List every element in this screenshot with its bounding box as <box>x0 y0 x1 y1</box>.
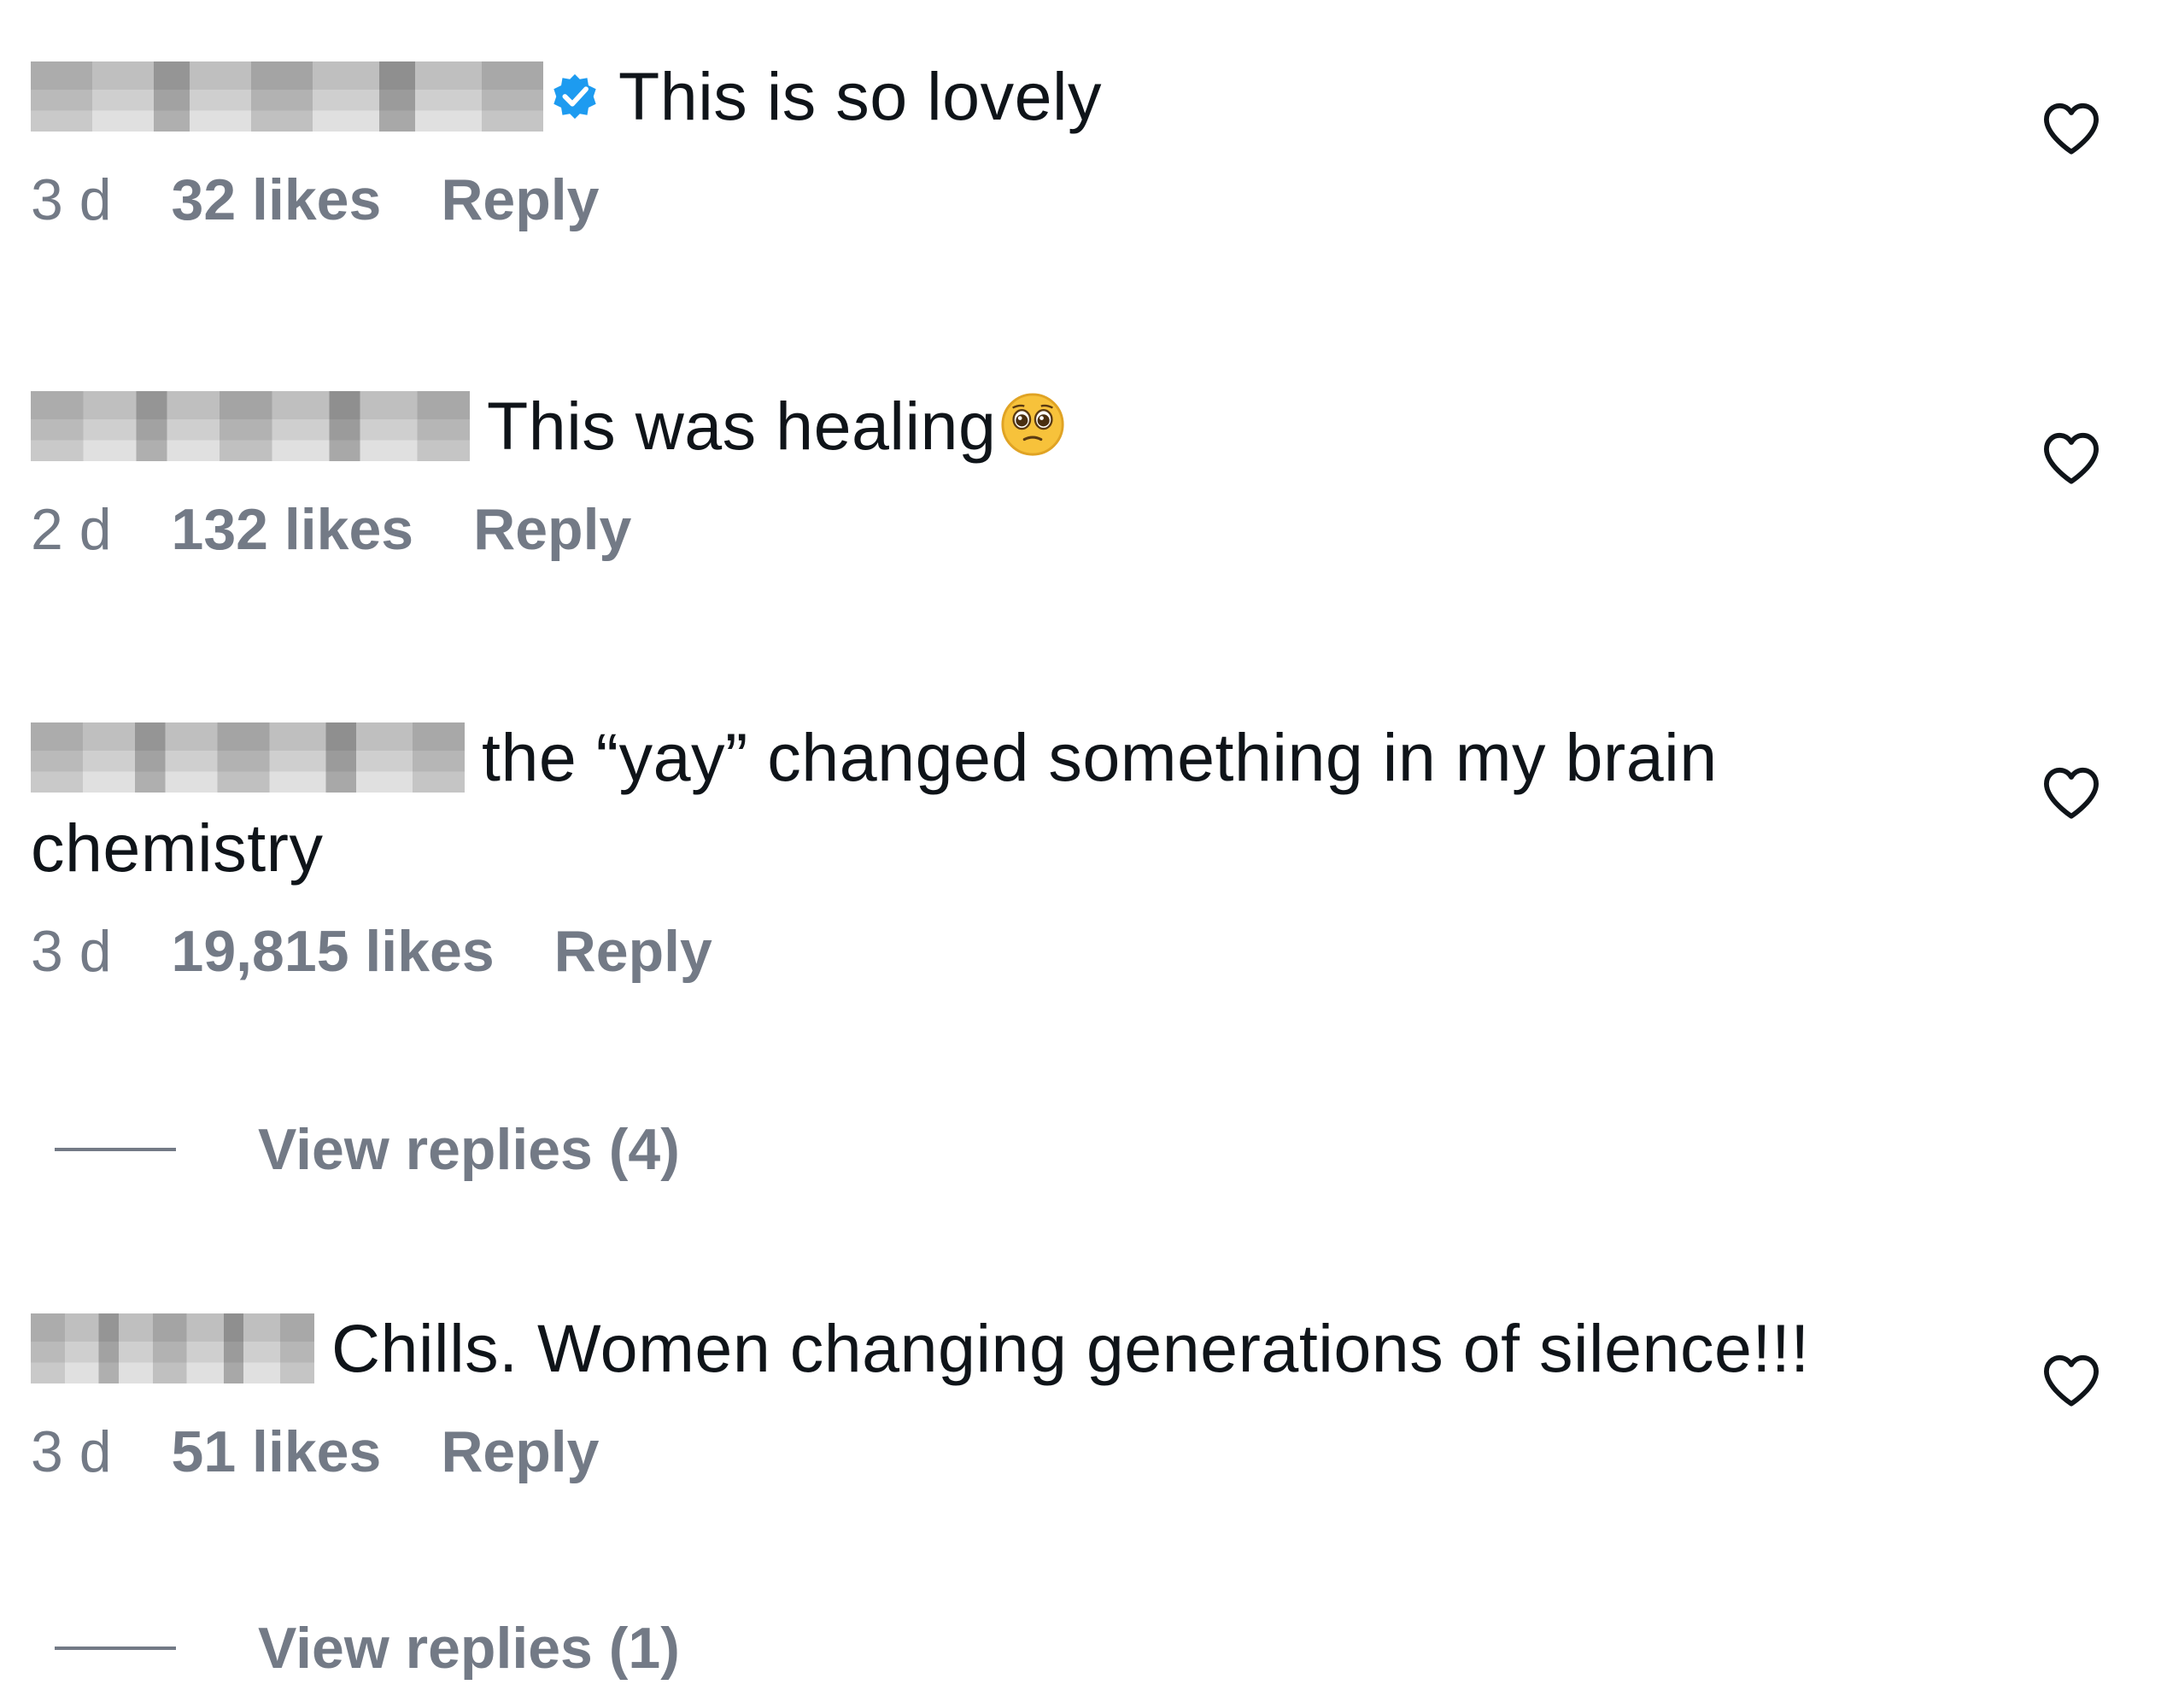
comment-text: This was healing <box>487 388 997 464</box>
view-replies-divider <box>55 1148 176 1151</box>
reply-button[interactable]: Reply <box>554 917 712 986</box>
comment-meta: 3 d 19,815 likes Reply <box>31 917 2101 986</box>
reply-button[interactable]: Reply <box>441 166 599 234</box>
view-replies-button[interactable]: View replies (1) <box>55 1614 680 1682</box>
comment-meta: 2 d 132 likes Reply <box>31 495 2101 564</box>
comment-meta: 3 d 32 likes Reply <box>31 166 2101 234</box>
view-replies-button[interactable]: View replies (4) <box>55 1115 680 1184</box>
comment-time: 3 d <box>31 919 112 984</box>
comment-time: 2 d <box>31 497 112 562</box>
likes-count[interactable]: 19,815 likes <box>172 917 495 986</box>
view-replies-label: View replies (1) <box>258 1616 680 1681</box>
comment-body: This was healing <box>31 381 1910 471</box>
comment-item: This is so lovely 3 d 32 likes Reply <box>31 51 2101 234</box>
comment-text: This is so lovely <box>618 58 1103 134</box>
username-blurred[interactable] <box>31 1313 314 1384</box>
verified-badge-icon <box>553 74 596 120</box>
heart-outline-icon[interactable] <box>2041 765 2101 820</box>
pleading-face-emoji <box>1001 393 1064 456</box>
comment-item: Chills. Women changing generations of si… <box>31 1303 2101 1486</box>
username-blurred[interactable] <box>31 722 465 793</box>
view-replies-label: View replies (4) <box>258 1117 680 1182</box>
comment-meta: 3 d 51 likes Reply <box>31 1418 2101 1486</box>
heart-outline-icon[interactable] <box>2041 430 2101 485</box>
comment-text: Chills. Women changing generations of si… <box>331 1310 1810 1386</box>
reply-button[interactable]: Reply <box>441 1418 599 1486</box>
username-blurred[interactable] <box>31 391 470 462</box>
heart-outline-icon[interactable] <box>2041 1353 2101 1407</box>
comments-list: This is so lovely 3 d 32 likes Reply This … <box>0 0 2161 1708</box>
comment-body: the “yay” changed something in my brain … <box>31 712 1910 893</box>
comment-time: 3 d <box>31 167 112 232</box>
likes-count[interactable]: 32 likes <box>172 166 382 234</box>
reply-button[interactable]: Reply <box>473 495 631 564</box>
comment-body: This is so lovely <box>31 51 1910 142</box>
comment-body: Chills. Women changing generations of si… <box>31 1303 1910 1394</box>
view-replies-divider <box>55 1647 176 1650</box>
comment-time: 3 d <box>31 1419 112 1484</box>
likes-count[interactable]: 51 likes <box>172 1418 382 1486</box>
heart-outline-icon[interactable] <box>2041 101 2101 155</box>
likes-count[interactable]: 132 likes <box>172 495 414 564</box>
comment-item: the “yay” changed something in my brain … <box>31 712 2101 986</box>
username-blurred[interactable] <box>31 61 543 132</box>
comment-item: This was healing 2 d 132 likes Reply <box>31 381 2101 564</box>
